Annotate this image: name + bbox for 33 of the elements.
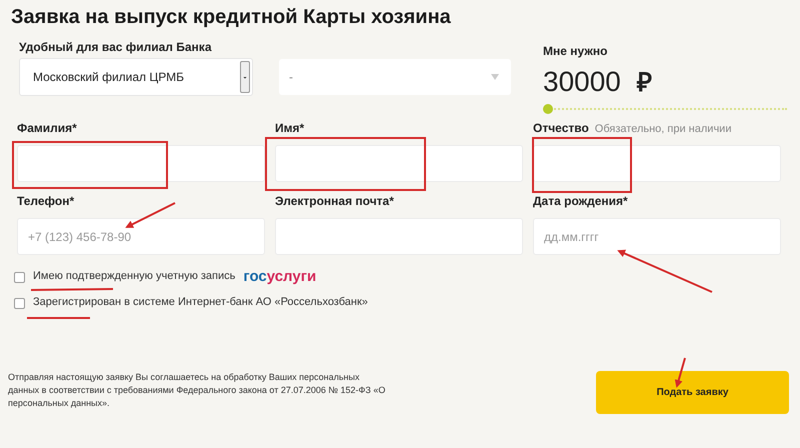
field-label: Электронная почта* xyxy=(275,194,394,208)
branch-select[interactable]: Московский филиал ЦРМБ xyxy=(19,58,253,96)
checkbox[interactable] xyxy=(14,298,25,308)
caret-icon xyxy=(240,61,250,93)
field-label: Телефон* xyxy=(17,194,74,208)
select-field[interactable]: - xyxy=(279,59,511,95)
amount-label: Мне нужно xyxy=(543,43,608,60)
checkbox-label[interactable]: Имею подтвержденную учетную запись xyxy=(33,270,236,282)
input-field[interactable] xyxy=(533,145,781,182)
field-label: Отчество xyxy=(533,121,589,135)
caret-icon xyxy=(491,74,499,80)
disclaimer-text: Отправляя настоящую заявку Вы соглашаетесь на обработку Ваших персональных данных в соответствии с требованиями Федерального закона от 27.07.2006 № 152-ФЗ «О персональных данных». xyxy=(8,371,386,410)
currency-sign: ₽ xyxy=(636,66,652,98)
field-label: Дата рождения* xyxy=(533,194,628,208)
gosuslugi-logo: госуслуги xyxy=(243,269,316,285)
field-label: Удобный для вас филиал Банка xyxy=(19,39,213,52)
input-field[interactable]: дд.мм.гггг xyxy=(533,218,781,255)
input-field[interactable]: +7 (123) 456-78-90 xyxy=(17,218,265,255)
amount-value: 30000 xyxy=(543,66,621,98)
amount-slider[interactable] xyxy=(543,103,787,115)
underline-mark xyxy=(27,317,90,319)
input-field[interactable] xyxy=(17,145,265,182)
field-hint: Обязательно, при наличии xyxy=(594,122,732,136)
submit-button[interactable]: Подать заявку xyxy=(596,371,789,414)
field-label: Имя* xyxy=(275,121,304,135)
annotation-arrow xyxy=(125,202,176,228)
slider-thumb[interactable] xyxy=(543,104,553,114)
field-label: Фамилия* xyxy=(17,121,77,135)
annotation-arrow xyxy=(674,358,686,388)
checkbox[interactable] xyxy=(14,272,25,282)
page-title: Заявка на выпуск кредитной Карты хозяина xyxy=(11,5,452,30)
checkbox-label[interactable]: Зарегистрирован в системе Интернет-банк АО «Россельхозбанк» xyxy=(33,296,368,308)
input-field[interactable] xyxy=(275,145,523,182)
